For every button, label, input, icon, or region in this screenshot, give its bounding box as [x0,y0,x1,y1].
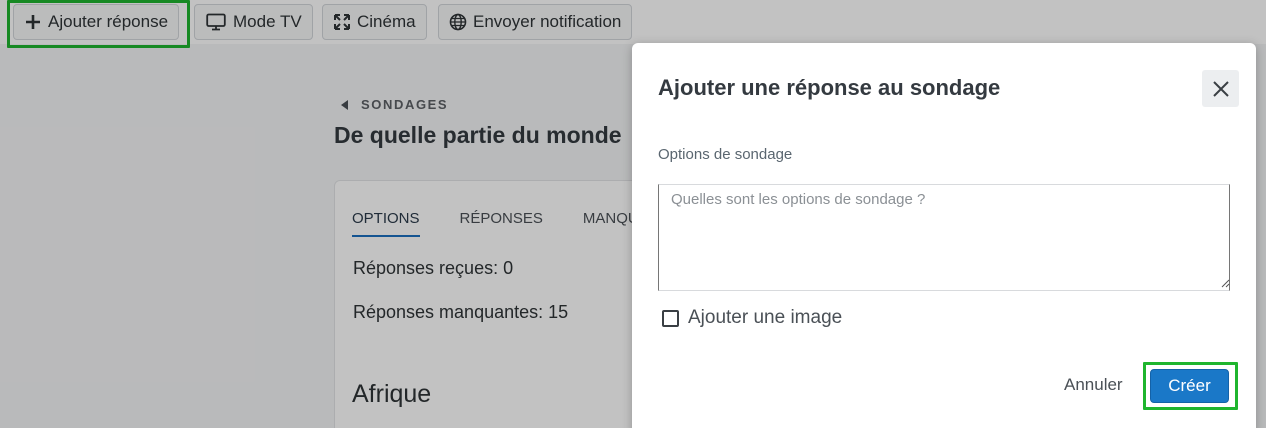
poll-options-label: Options de sondage [658,146,793,163]
add-image-label: Ajouter une image [688,307,843,328]
modal-title: Ajouter une réponse au sondage [658,75,1001,100]
poll-options-textarea[interactable] [658,184,1230,291]
cancel-button[interactable]: Annuler [1064,375,1123,395]
add-image-option[interactable]: Ajouter une image [662,307,842,329]
create-button[interactable]: Créer [1150,369,1229,403]
add-image-checkbox[interactable] [662,309,679,327]
resize-grip-icon[interactable] [1221,279,1230,288]
close-icon [1212,80,1229,97]
close-button[interactable] [1202,70,1239,107]
add-response-modal: Ajouter une réponse au sondage Options d… [632,43,1256,428]
